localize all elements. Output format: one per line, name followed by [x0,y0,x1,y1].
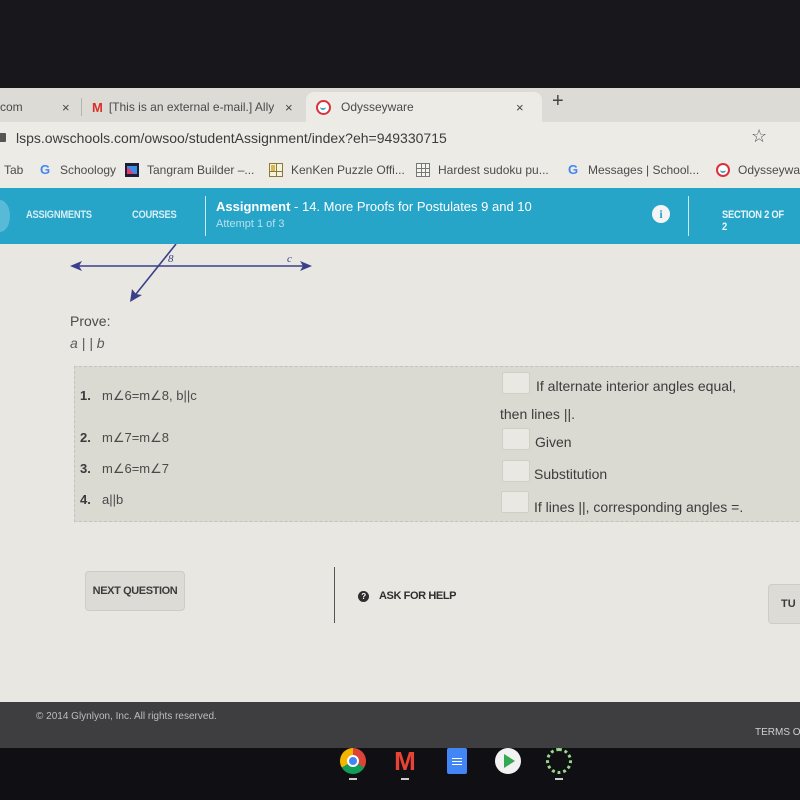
gmail-icon[interactable]: M [392,748,418,774]
screen-bezel [0,0,800,88]
help-icon: ? [358,590,369,602]
bookmark-label: Tab [4,163,24,177]
reason-drop-slot[interactable] [502,460,530,482]
tab-odysseyware[interactable]: Odysseyware × [306,92,542,122]
bookmark-messages[interactable]: G Messages | School... [566,162,700,178]
play-store-icon[interactable] [495,748,521,774]
app-running-indicator [349,778,357,780]
tab-label: com [0,100,23,114]
bookmark-label: Schoology [60,163,117,177]
bookmark-schoology[interactable]: G Schoology [38,162,117,178]
launcher-icon[interactable] [546,748,572,774]
proof-statement: 4. a||b [80,492,123,507]
new-tab-button[interactable]: + [552,90,564,113]
bookmark-tab[interactable]: Tab [4,163,23,177]
bookmark-kenken[interactable]: KenKen Puzzle Offi... [269,163,405,177]
lock-icon [0,133,6,142]
odysseyware-icon [316,99,331,115]
assignment-name: - 14. More Proofs for Postulates 9 and 1… [290,199,532,214]
reason-drop-slot[interactable] [502,372,530,394]
address-bar: lsps.owschools.com/owsoo/studentAssignme… [0,122,800,154]
bookmark-label: Messages | School... [588,163,700,177]
tangram-icon [125,163,139,177]
info-icon[interactable]: i [652,205,670,223]
odysseyware-icon [716,163,730,177]
nav-divider [688,196,689,236]
statement-number: 2. [80,430,91,445]
proof-statement: 3. m∠6=m∠7 [80,461,169,477]
proof-statement: 1. m∠6=m∠8, b||c [80,388,197,404]
bookmark-label: Tangram Builder –... [147,163,255,177]
app-running-indicator [401,778,409,780]
reason-drop-slot[interactable] [501,491,529,513]
docs-icon[interactable] [447,748,467,774]
prove-label: Prove: [70,313,111,329]
tab-label: Odysseyware [341,100,414,114]
bookmark-label: KenKen Puzzle Offi... [291,163,405,177]
statement-text: m∠7=m∠8 [102,430,170,445]
statement-text: m∠6=m∠7 [102,461,170,476]
bookmark-star-icon[interactable]: ☆ [751,126,767,147]
reason-text[interactable]: If lines ||, corresponding angles =. [534,499,743,515]
geometry-figure: 8 c [70,244,312,302]
tab-gmail[interactable]: M [This is an external e-mail.] Allyso × [88,92,303,122]
statement-number: 3. [80,461,91,476]
next-question-button[interactable]: NEXT QUESTION [85,571,185,611]
copyright-text: © 2014 Glynlyon, Inc. All rights reserve… [36,711,217,722]
assignment-label: Assignment [216,199,291,214]
arrow-down-left-icon [130,289,142,302]
reason-text[interactable]: Substitution [534,466,607,482]
bookmark-odysseyware[interactable]: Odysseywa [716,163,800,177]
ask-for-help-button[interactable]: ? ASK FOR HELP [358,590,456,602]
google-icon: G [567,162,579,177]
section-indicator: SECTION 2 OF 2 [722,209,784,233]
chrome-icon[interactable] [340,748,366,774]
sudoku-icon [416,163,430,177]
angle-label: 8 [168,253,174,265]
tab-strip: com × M [This is an external e-mail.] Al… [0,88,800,122]
bookmark-tangram[interactable]: Tangram Builder –... [125,163,254,177]
reason-text[interactable]: Given [535,434,572,450]
attempt-counter: Attempt 1 of 3 [216,218,285,230]
statement-text: a||b [102,492,124,507]
app-navbar: ASSIGNMENTS COURSES Assignment - 14. Mor… [0,188,800,244]
statement-number: 4. [80,492,91,507]
nav-courses[interactable]: COURSES [132,209,177,221]
reason-text-continuation: then lines ||. [500,406,575,422]
tab-separator [81,98,82,116]
ask-for-help-label: ASK FOR HELP [379,590,457,602]
close-icon[interactable]: × [516,100,524,115]
google-icon: G [39,162,51,177]
reason-text[interactable]: If alternate interior angles equal, [536,378,736,394]
assignment-title: Assignment - 14. More Proofs for Postula… [216,199,532,214]
statement-number: 1. [80,388,91,403]
gmail-icon: M [92,99,103,115]
prove-statement: a | | b [70,335,105,351]
nav-assignments[interactable]: ASSIGNMENTS [26,209,92,221]
bookmarks-bar: Tab G Schoology Tangram Builder –... Ken… [0,154,800,188]
bookmark-label: Hardest sudoku pu... [438,163,549,177]
nav-edge-tab[interactable] [0,200,10,232]
close-icon[interactable]: × [62,100,70,115]
os-shelf: M [0,748,800,800]
reason-drop-slot[interactable] [502,428,530,450]
turn-in-button[interactable]: TU [768,584,800,624]
app-running-indicator [555,778,563,780]
nav-divider [205,196,206,236]
line-label: c [287,253,292,265]
tab-label: [This is an external e-mail.] Allyso [108,100,274,114]
bookmark-sudoku[interactable]: Hardest sudoku pu... [416,163,549,177]
close-icon[interactable]: × [285,100,293,115]
action-divider [334,567,335,623]
statement-text: m∠6=m∠8, b||c [102,388,197,403]
kenken-icon [269,163,283,177]
url-field[interactable]: lsps.owschools.com/owsoo/studentAssignme… [16,130,447,146]
bookmark-label: Odysseywa [738,163,800,177]
terms-link[interactable]: TERMS O [755,727,800,738]
proof-statement: 2. m∠7=m∠8 [80,430,169,446]
page-footer: © 2014 Glynlyon, Inc. All rights reserve… [0,702,800,748]
tab-prev[interactable]: com × [0,92,80,122]
